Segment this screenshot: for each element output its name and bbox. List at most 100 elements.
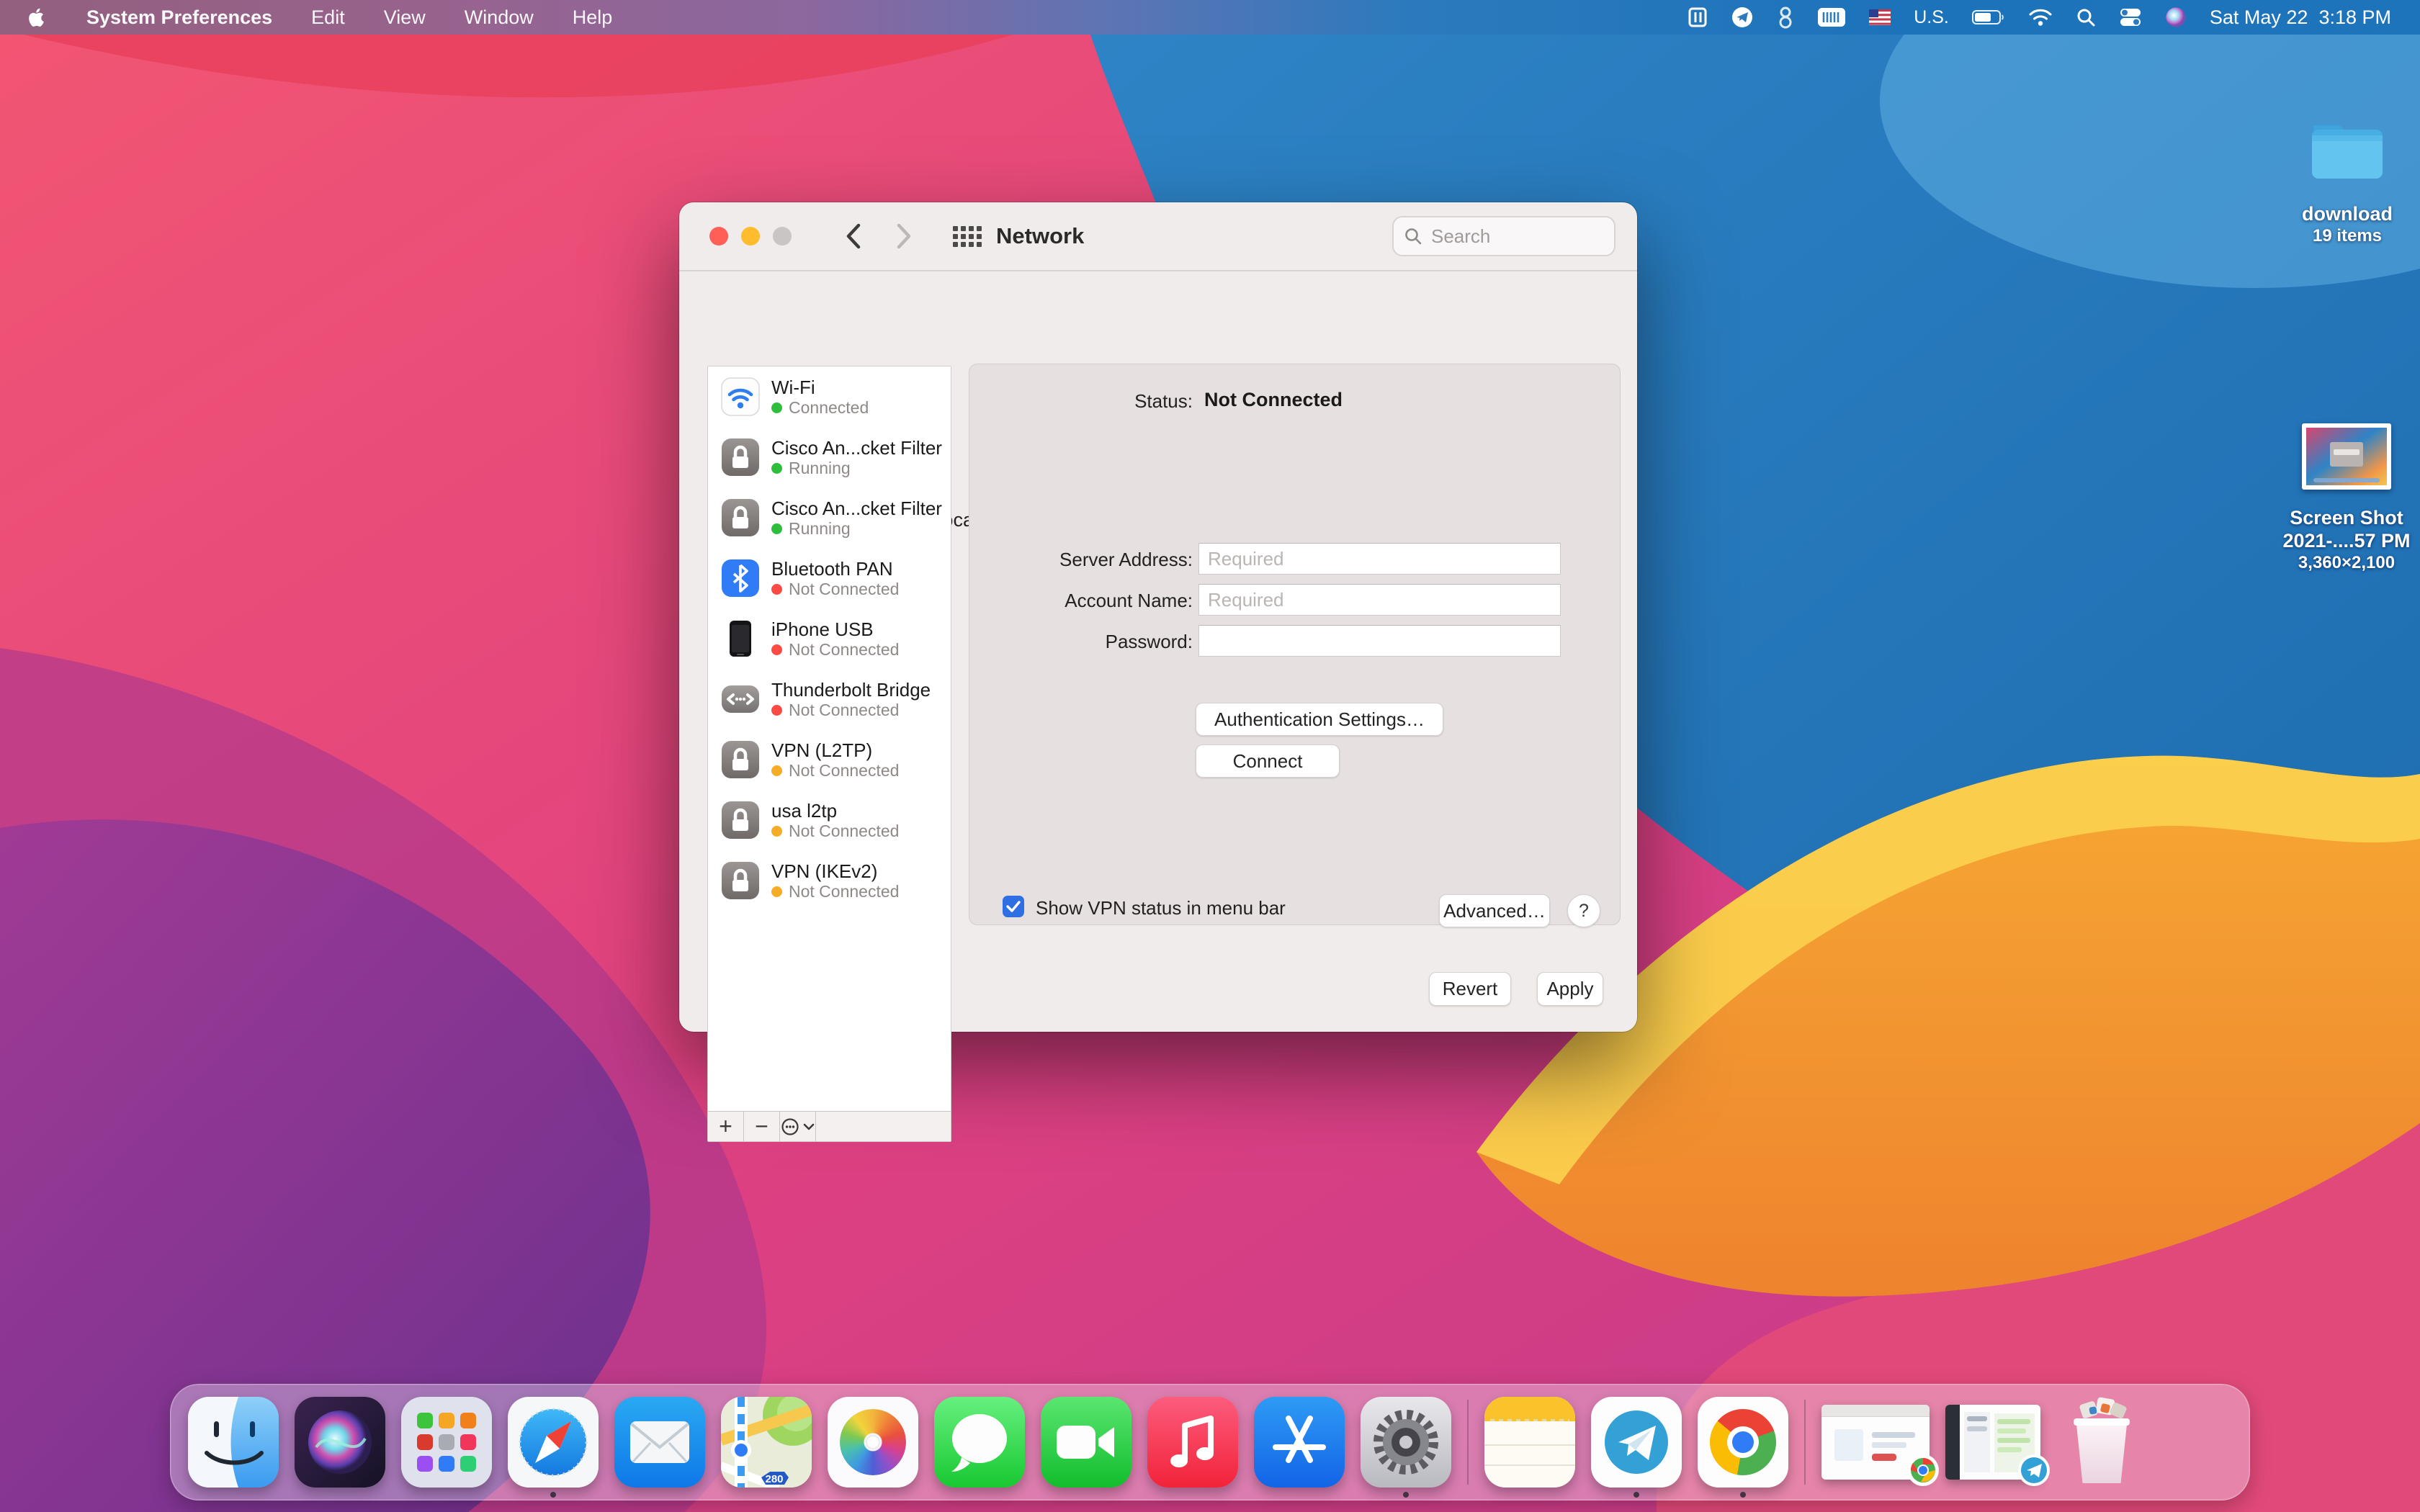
authentication-settings-button[interactable]: Authentication Settings… bbox=[1196, 703, 1443, 736]
desktop-icon-download-folder[interactable] bbox=[2305, 107, 2390, 192]
lock-icon bbox=[721, 801, 760, 840]
dock-maps-icon[interactable]: 280 bbox=[721, 1397, 812, 1488]
wifi-icon bbox=[721, 377, 760, 416]
status-value: Not Connected bbox=[1204, 389, 1343, 411]
menu-view[interactable]: View bbox=[384, 6, 426, 29]
running-indicator bbox=[1634, 1492, 1639, 1498]
telegram-badge-icon bbox=[2017, 1454, 2051, 1487]
lock-icon bbox=[721, 498, 760, 537]
menu-help[interactable]: Help bbox=[573, 6, 613, 29]
service-row-cisco-filter-1[interactable]: Cisco An...cket Filter Running bbox=[708, 427, 951, 487]
dock-chrome-minimized-window[interactable] bbox=[1821, 1405, 1930, 1480]
advanced-button[interactable]: Advanced… bbox=[1439, 894, 1550, 927]
telegram-menubar-icon[interactable] bbox=[1731, 0, 1754, 35]
dock-notes-icon[interactable] bbox=[1484, 1397, 1575, 1488]
input-source-label[interactable]: U.S. bbox=[1914, 7, 1949, 28]
parallels-menubar-icon[interactable] bbox=[1688, 0, 1708, 35]
app-menubar-icon[interactable] bbox=[1777, 0, 1794, 35]
dock-trash-icon[interactable] bbox=[2056, 1397, 2147, 1488]
minimize-window-button[interactable] bbox=[741, 227, 760, 246]
service-row-vpn-l2tp[interactable]: VPN (L2TP) Not Connected bbox=[708, 729, 951, 790]
dock-safari-icon[interactable] bbox=[508, 1397, 599, 1488]
apply-button[interactable]: Apply bbox=[1537, 972, 1603, 1006]
input-source-flag-icon[interactable] bbox=[1869, 0, 1891, 35]
spotlight-icon[interactable] bbox=[2076, 0, 2096, 35]
service-row-vpn-ikev2[interactable]: VPN (IKEv2) Not Connected bbox=[708, 850, 951, 911]
status-dot bbox=[771, 705, 782, 716]
control-center-icon[interactable] bbox=[2119, 0, 2142, 35]
window-titlebar[interactable]: Network bbox=[679, 202, 1637, 271]
desktop-icon-download-label[interactable]: download bbox=[2261, 203, 2420, 225]
dock-messages-icon[interactable] bbox=[934, 1397, 1025, 1488]
siri-menubar-icon[interactable] bbox=[2165, 0, 2187, 35]
show-vpn-status-label[interactable]: Show VPN status in menu bar bbox=[1036, 897, 1286, 919]
service-row-iphone-usb[interactable]: iPhone USB Not Connected bbox=[708, 608, 951, 669]
service-row-cisco-filter-2[interactable]: Cisco An...cket Filter Running bbox=[708, 487, 951, 548]
search-icon bbox=[1404, 227, 1422, 246]
menu-window[interactable]: Window bbox=[465, 6, 534, 29]
checkmark-icon bbox=[1006, 901, 1021, 912]
dock-telegram-icon[interactable] bbox=[1591, 1397, 1682, 1488]
lock-icon bbox=[721, 740, 760, 779]
dock-siri-icon[interactable] bbox=[295, 1397, 385, 1488]
menu-app-name[interactable]: System Preferences bbox=[86, 6, 272, 29]
trash-can bbox=[2074, 1418, 2130, 1483]
add-service-button[interactable]: + bbox=[708, 1112, 744, 1141]
search-input[interactable] bbox=[1430, 225, 1591, 248]
network-preferences-window: Network Location: Automatic Wi-Fi bbox=[679, 202, 1637, 1032]
dock-music-icon[interactable] bbox=[1147, 1397, 1238, 1488]
menu-edit[interactable]: Edit bbox=[311, 6, 345, 29]
dock-mail-icon[interactable] bbox=[614, 1397, 705, 1488]
back-button[interactable] bbox=[838, 220, 869, 252]
close-window-button[interactable] bbox=[709, 227, 728, 246]
battery-icon[interactable] bbox=[1972, 0, 2005, 35]
dock-system-preferences-icon[interactable] bbox=[1361, 1397, 1451, 1488]
apple-menu-icon[interactable] bbox=[26, 0, 48, 35]
menubar-clock[interactable]: Sat May 22 3:18 PM bbox=[2210, 6, 2391, 29]
dock-telegram-minimized-window[interactable] bbox=[1945, 1405, 2040, 1480]
service-row-wifi[interactable]: Wi-Fi Connected bbox=[708, 366, 951, 427]
desktop-icon-screenshot-label1[interactable]: Screen Shot bbox=[2260, 507, 2420, 529]
lock-icon bbox=[721, 861, 760, 900]
status-dot bbox=[771, 644, 782, 655]
remove-service-button[interactable]: − bbox=[744, 1112, 780, 1141]
notes-header bbox=[1484, 1397, 1575, 1421]
revert-button[interactable]: Revert bbox=[1429, 972, 1511, 1006]
account-name-input[interactable] bbox=[1198, 584, 1561, 616]
status-dot bbox=[771, 523, 782, 534]
zoom-window-button[interactable] bbox=[773, 227, 792, 246]
dock-finder-icon[interactable] bbox=[188, 1397, 279, 1488]
help-button[interactable]: ? bbox=[1567, 894, 1600, 927]
desktop-icon-screenshot[interactable] bbox=[2302, 423, 2391, 490]
desktop-icon-screenshot-label2: 2021-....57 PM bbox=[2260, 530, 2420, 552]
dock-chrome-icon[interactable] bbox=[1698, 1397, 1788, 1488]
sidebar-controls-spacer bbox=[816, 1112, 951, 1141]
server-address-input[interactable] bbox=[1198, 543, 1561, 575]
dock-photos-icon[interactable] bbox=[828, 1397, 918, 1488]
service-actions-button[interactable] bbox=[780, 1112, 816, 1141]
svg-text:280: 280 bbox=[765, 1473, 783, 1485]
show-vpn-status-checkbox[interactable] bbox=[1003, 896, 1024, 917]
dock-facetime-icon[interactable] bbox=[1041, 1397, 1131, 1488]
service-row-thunderbolt-bridge[interactable]: Thunderbolt Bridge Not Connected bbox=[708, 669, 951, 729]
desktop-icon-screenshot-size: 3,360×2,100 bbox=[2260, 553, 2420, 573]
forward-button[interactable] bbox=[888, 220, 920, 252]
account-name-label: Account Name: bbox=[977, 590, 1193, 612]
dock-app-store-icon[interactable] bbox=[1254, 1397, 1345, 1488]
status-dot bbox=[771, 765, 782, 776]
connect-button[interactable]: Connect bbox=[1196, 744, 1340, 778]
folder-icon bbox=[2305, 107, 2390, 192]
more-actions-icon bbox=[781, 1117, 799, 1136]
bluetooth-icon bbox=[721, 559, 760, 598]
running-indicator bbox=[550, 1492, 556, 1498]
touchbar-menubar-icon[interactable] bbox=[1817, 0, 1846, 35]
service-row-bluetooth-pan[interactable]: Bluetooth PAN Not Connected bbox=[708, 548, 951, 608]
service-row-usa-l2tp[interactable]: usa l2tp Not Connected bbox=[708, 790, 951, 850]
show-all-preferences-icon[interactable] bbox=[953, 226, 982, 247]
wifi-menubar-icon[interactable] bbox=[2028, 0, 2053, 35]
password-input[interactable] bbox=[1198, 625, 1561, 657]
dock: 280 bbox=[170, 1384, 2250, 1500]
search-field[interactable] bbox=[1392, 216, 1615, 256]
dock-launchpad-icon[interactable] bbox=[401, 1397, 492, 1488]
sidebar-controls: + − bbox=[708, 1111, 951, 1141]
